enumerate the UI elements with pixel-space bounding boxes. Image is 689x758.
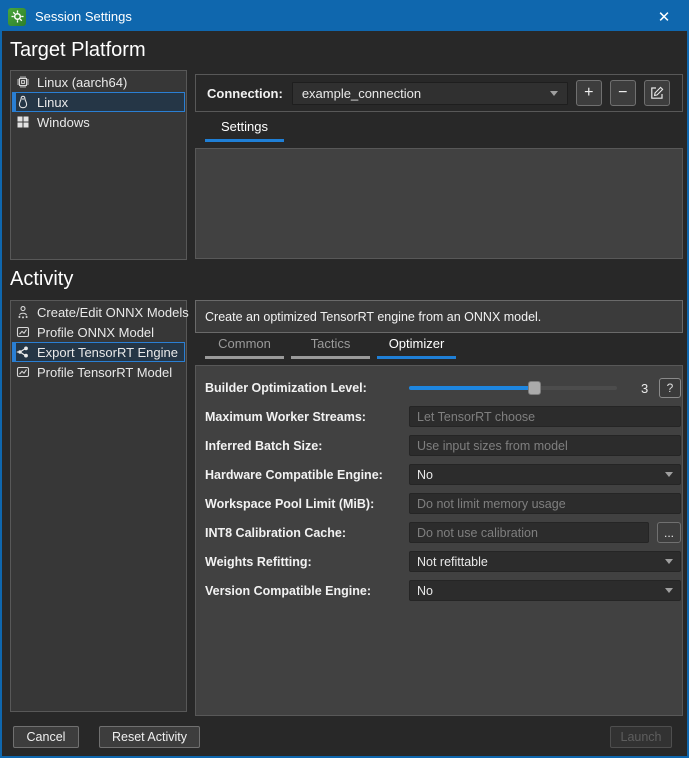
target-platform-heading: Target Platform [10,39,146,61]
activity-item-label: Profile ONNX Model [37,324,155,340]
connection-value: example_connection [301,85,422,101]
platform-item-label: Linux (aarch64) [37,74,128,90]
chip-icon [17,76,29,88]
builder-optimization-level-slider[interactable] [409,381,617,395]
field-label-builder-optimization-level: Builder Optimization Level: [205,381,367,395]
activity-description: Create an optimized TensorRT engine from… [195,300,683,333]
connection-settings-panel [195,148,683,259]
activity-list: Create/Edit ONNX Models Profile ONNX Mod… [10,300,189,712]
chevron-down-icon [665,472,673,477]
connection-label: Connection: [207,85,283,101]
workspace-pool-limit-input[interactable] [409,493,681,514]
field-label-workspace-pool-limit: Workspace Pool Limit (MiB): [205,496,375,511]
activity-item-label: Create/Edit ONNX Models [37,304,189,320]
browse-button[interactable]: ... [657,522,681,543]
chart-icon [16,326,30,338]
activity-item-label: Export TensorRT Engine [37,344,178,360]
chevron-down-icon [549,90,558,96]
field-label-int8-calibration-cache: INT8 Calibration Cache: [205,525,346,540]
person-network-icon [18,306,28,319]
remove-connection-button[interactable]: − [609,80,636,106]
slider-value: 3 [641,380,649,396]
field-label-maximum-worker-streams: Maximum Worker Streams: [205,409,366,424]
tux-icon [18,95,28,109]
platform-item-windows[interactable]: Windows [12,112,185,132]
activity-item-profile-onnx[interactable]: Profile ONNX Model [12,322,185,342]
platform-item-label: Linux [37,94,69,110]
tab-common[interactable]: Common [205,336,284,359]
chart-icon [16,366,30,378]
platform-item-label: Windows [37,114,90,130]
activity-tabs: Common Tactics Optimizer [205,336,456,359]
activity-heading: Activity [10,268,74,290]
field-label-version-compatible-engine: Version Compatible Engine: [205,583,371,598]
tab-optimizer[interactable]: Optimizer [377,336,456,359]
int8-calibration-cache-input[interactable] [409,522,649,543]
chevron-down-icon [665,559,673,564]
windows-icon [17,116,29,128]
connection-group: Connection: example_connection + − [195,74,683,112]
version-compatible-engine-select[interactable]: No [409,580,681,601]
help-button[interactable]: ? [659,378,681,398]
session-settings-dialog: Session Settings ✕ Target Platform Linux… [0,0,689,758]
chevron-down-icon [665,588,673,593]
field-label-hardware-compatible-engine: Hardware Compatible Engine: [205,467,383,482]
maximum-worker-streams-input[interactable] [409,406,681,427]
slider-fill [409,386,534,390]
field-label-weights-refitting: Weights Refitting: [205,554,312,569]
select-value: No [417,583,433,598]
cancel-button[interactable]: Cancel [13,726,79,748]
inferred-batch-size-input[interactable] [409,435,681,456]
select-value: No [417,467,433,482]
edit-connection-button[interactable] [643,80,670,106]
close-icon[interactable]: ✕ [647,2,681,31]
optimizer-form-panel: Builder Optimization Level: 3 ? Maximum … [195,365,683,716]
activity-item-create-edit-onnx[interactable]: Create/Edit ONNX Models [12,302,189,322]
tab-settings[interactable]: Settings [205,119,284,142]
connection-tabs: Settings [205,119,284,142]
connection-dropdown[interactable]: example_connection [291,81,568,105]
activity-item-profile-tensorrt[interactable]: Profile TensorRT Model [12,362,185,382]
activity-item-export-tensorrt[interactable]: Export TensorRT Engine [12,342,185,362]
titlebar: Session Settings ✕ [2,2,687,31]
platform-item-linux[interactable]: Linux [12,92,185,112]
platform-item-linux-aarch64[interactable]: Linux (aarch64) [12,72,185,92]
edit-pencil-icon [651,86,664,99]
platform-list: Linux (aarch64) Linux Windows [10,70,187,260]
select-value: Not refittable [417,554,488,569]
tab-tactics[interactable]: Tactics [291,336,370,359]
hardware-compatible-engine-select[interactable]: No [409,464,681,485]
add-connection-button[interactable]: + [575,80,602,106]
activity-item-label: Profile TensorRT Model [37,364,173,380]
weights-refitting-select[interactable]: Not refittable [409,551,681,572]
field-label-inferred-batch-size: Inferred Batch Size: [205,438,323,453]
launch-button[interactable]: Launch [610,726,672,748]
reset-activity-button[interactable]: Reset Activity [99,726,201,748]
app-icon [8,7,26,26]
slider-handle[interactable] [527,381,541,395]
window-title: Session Settings [35,9,132,24]
network-graph-icon [16,346,28,358]
